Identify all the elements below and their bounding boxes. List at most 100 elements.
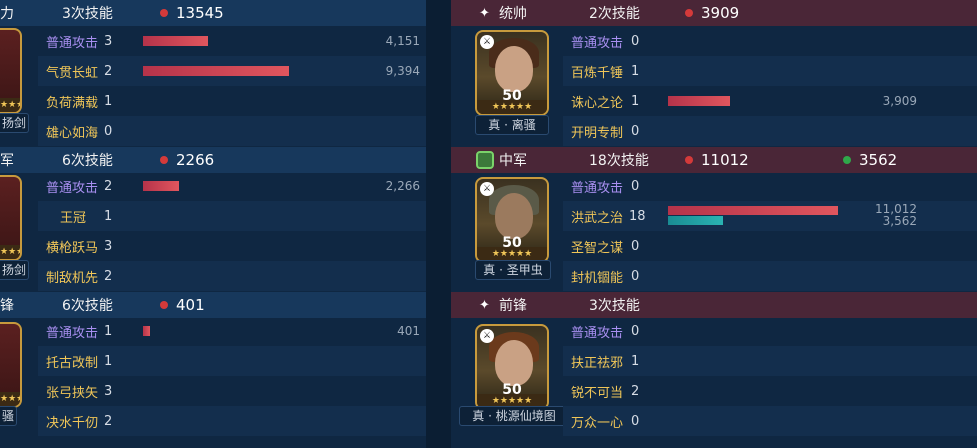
star-rating: ★★★★★ [477,100,547,114]
center-header: 中军 18次技能 11012 3562 [451,147,977,173]
skill-count: 6次技能 [62,298,113,314]
skill-row: 洪武之治 18 11,012 3,562 [563,201,977,231]
general-portrait[interactable]: ★★★ [0,322,22,408]
general-portrait[interactable]: ⚔ 50 ★★★★★ [475,324,549,410]
heal-dot-icon [843,156,851,164]
general-portrait[interactable]: ★★★ [0,175,22,261]
damage-bar [143,66,289,76]
damage-dot-icon [160,156,168,164]
skill-row: 锐不可当 2 [563,376,977,406]
left-section-2-header: 军 6次技能 2266 [0,147,426,173]
position-title: 中军 [499,153,527,169]
star-rating: ★★★ [0,98,22,112]
general-portrait[interactable]: ★★★ [0,28,22,114]
skill-row: 诛心之论 1 3,909 [563,86,977,116]
skill-count-value: 1 [631,353,640,369]
damage-stat: 11012 [685,151,749,169]
right-section-commander: ✦ 统帅 2次技能 3909 ⚔ 50 ★★★★★ 真 · 离骚 普通攻击 0 … [451,0,977,146]
skill-name: 普通攻击 [46,180,99,196]
heal-value: 3,562 [882,214,917,228]
heal-stat: 3562 [843,151,897,169]
skill-count-value: 1 [104,323,113,339]
skill-name: 王冠 [60,210,87,226]
skill-count-value: 2 [631,383,640,399]
skill-name: 锐不可当 [571,385,624,401]
skill-count-value: 0 [631,33,640,49]
skill-name: 普通攻击 [46,35,99,51]
skill-count-value: 0 [631,178,640,194]
skill-name: 万众一心 [571,415,624,431]
skill-row: 普通攻击 0 [563,171,977,201]
skill-name: 洪武之治 [571,210,624,226]
skill-row: 普通攻击 0 [563,26,977,56]
sparkle-icon: ✦ [479,5,490,21]
skill-count: 2次技能 [589,6,640,22]
damage-bar [668,206,838,215]
damage-dot-icon [685,156,693,164]
left-section-3: 锋 6次技能 401 ★★★ 骚 普通攻击 1 401 托古改制 1 张弓挟矢 … [0,292,426,448]
skill-count-value: 0 [631,268,640,284]
left-section-1: 力 3次技能 13545 ★★★ 扬剑 普通攻击 3 4,151 气贯长虹 2 … [0,0,426,146]
skill-count-value: 1 [631,93,640,109]
skill-count-value: 2 [104,268,113,284]
position-title: 前锋 [499,298,527,314]
general-name-tag: 扬剑 [0,113,30,133]
damage-bar [143,36,208,46]
right-section-vanguard: ✦ 前锋 3次技能 ⚔ 50 ★★★★★ 真 · 桃源仙境图 普通攻击 0 扶正… [451,292,977,448]
skill-count-value: 3 [104,238,113,254]
star-rating: ★★★★★ [477,247,547,261]
damage-stat: 401 [160,296,205,314]
skill-name: 决水千仞 [46,415,99,431]
skill-name: 负荷满载 [46,95,99,111]
skill-row: 负荷满载 1 [38,86,426,116]
damage-value: 4,151 [385,34,420,48]
skill-row: 托古改制 1 [38,346,426,376]
skill-row: 王冠 1 [38,201,426,231]
right-section-center: 中军 18次技能 11012 3562 ⚔ 50 ★★★★★ 真 · 圣甲虫 普… [451,147,977,293]
damage-bar [143,326,150,336]
star-rating: ★★★ [0,392,22,406]
skill-name: 托古改制 [46,355,99,371]
general-name-tag: 扬剑 [0,260,30,280]
soldier-type-icon: ⚔ [480,329,494,343]
general-name-tag: 真 · 圣甲虫 [475,260,551,280]
skill-row: 气贯长虹 2 9,394 [38,56,426,86]
skill-count-value: 0 [631,413,640,429]
skill-count-value: 2 [104,413,113,429]
skill-count-value: 0 [631,123,640,139]
skill-name: 普通攻击 [46,325,99,341]
right-team-panel: ✦ 统帅 2次技能 3909 ⚔ 50 ★★★★★ 真 · 离骚 普通攻击 0 … [451,0,977,448]
damage-bar [668,96,730,106]
skill-name: 气贯长虹 [46,65,99,81]
general-portrait[interactable]: ⚔ 50 ★★★★★ [475,177,549,263]
skill-name: 圣智之谋 [571,240,624,256]
damage-stat: 3909 [685,4,739,22]
general-portrait[interactable]: ⚔ 50 ★★★★★ [475,30,549,116]
position-title: 统帅 [499,6,527,22]
damage-stat: 13545 [160,4,224,22]
skill-count-value: 1 [631,63,640,79]
position-title: 力 [0,6,14,22]
skill-name: 封机锢能 [571,270,624,286]
position-title: 锋 [0,298,14,314]
skill-count: 3次技能 [589,298,640,314]
skill-row: 百炼千锤 1 [563,56,977,86]
left-team-panel: 力 3次技能 13545 ★★★ 扬剑 普通攻击 3 4,151 气贯长虹 2 … [0,0,426,448]
general-name-tag: 骚 [0,406,18,426]
skill-count-value: 0 [631,238,640,254]
left-section-2: 军 6次技能 2266 ★★★ 扬剑 普通攻击 2 2,266 王冠 1 横枪跃… [0,147,426,293]
skill-count-value: 2 [104,63,113,79]
skill-name: 雄心如海 [46,125,99,141]
sparkle-icon: ✦ [479,297,490,313]
damage-value: 9,394 [385,64,420,78]
commander-header: ✦ 统帅 2次技能 3909 [451,0,977,26]
soldier-type-icon: ⚔ [480,35,494,49]
general-name-tag: 真 · 桃源仙境图 [459,406,569,426]
vanguard-header: ✦ 前锋 3次技能 [451,292,977,318]
skill-name: 制敌机先 [46,270,99,286]
skill-name: 百炼千锤 [571,65,624,81]
skill-count: 18次技能 [589,153,649,169]
skill-row: 普通攻击 0 [563,316,977,346]
skill-count-value: 0 [104,123,113,139]
damage-bar [143,181,179,191]
